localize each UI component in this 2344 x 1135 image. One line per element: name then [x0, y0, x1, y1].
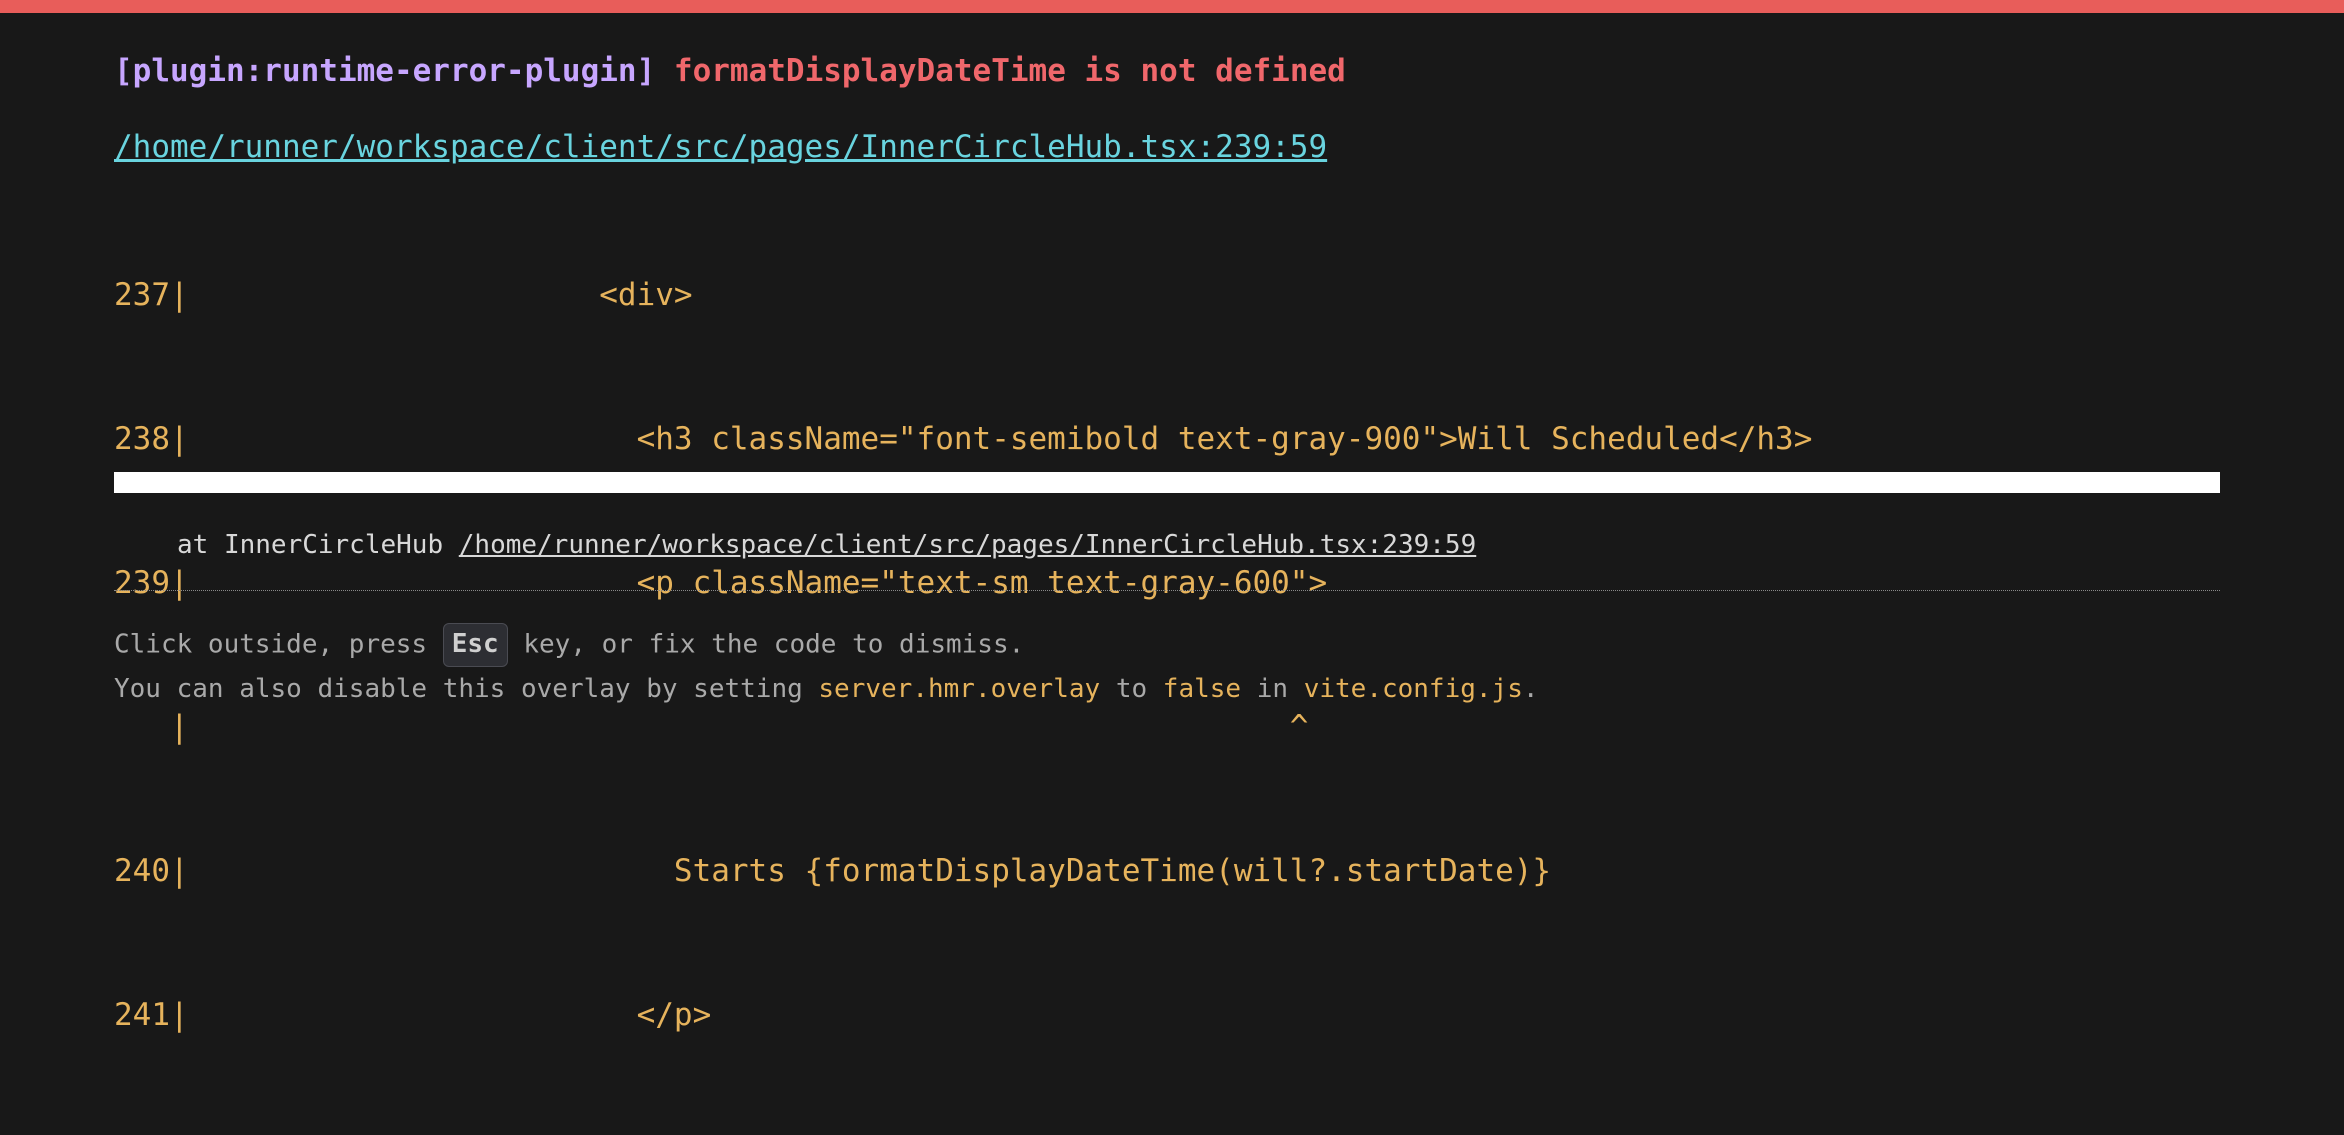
tip-text: in: [1241, 674, 1304, 704]
code-pointer-line: | ^: [114, 709, 1309, 745]
code-line: 238| <h3 className="font-semibold text-g…: [114, 421, 1813, 457]
code-frame-scrollbar[interactable]: [114, 472, 2220, 493]
overlay-config-tip: You can also disable this overlay by set…: [114, 669, 1539, 709]
error-message: formatDisplayDateTime is not defined: [673, 53, 1346, 89]
code-line: 241| </p>: [114, 997, 712, 1033]
tip-text: Click outside, press: [114, 629, 443, 660]
error-title: [plugin:runtime-error-plugin] formatDisp…: [114, 51, 1346, 91]
plugin-name: [plugin:runtime-error-plugin]: [114, 53, 656, 89]
error-file-link[interactable]: /home/runner/workspace/client/src/pages/…: [114, 127, 1327, 167]
dismiss-tip: Click outside, press Esc key, or fix the…: [114, 623, 1024, 667]
tip-text: .: [1522, 674, 1539, 704]
config-file: vite.config.js: [1303, 674, 1523, 704]
stack-trace: at InnerCircleHub /home/runner/workspace…: [177, 525, 1476, 565]
divider: [114, 590, 2220, 591]
error-top-bar: [0, 0, 2344, 13]
config-option: server.hmr.overlay: [818, 674, 1101, 704]
tip-text: key, or fix the code to dismiss.: [507, 629, 1025, 660]
esc-key-badge: Esc: [442, 623, 508, 667]
code-line: 240| Starts {formatDisplayDateTime(will?…: [114, 853, 1552, 889]
code-line: 239| <p className="text-sm text-gray-600…: [114, 565, 1328, 601]
tip-text: You can also disable this overlay by set…: [114, 674, 819, 704]
code-line: 237| <div>: [114, 277, 693, 313]
stack-prefix: at InnerCircleHub: [177, 530, 459, 560]
config-value: false: [1162, 674, 1242, 704]
stack-file-link[interactable]: /home/runner/workspace/client/src/pages/…: [459, 530, 1476, 560]
tip-text: to: [1100, 674, 1163, 704]
